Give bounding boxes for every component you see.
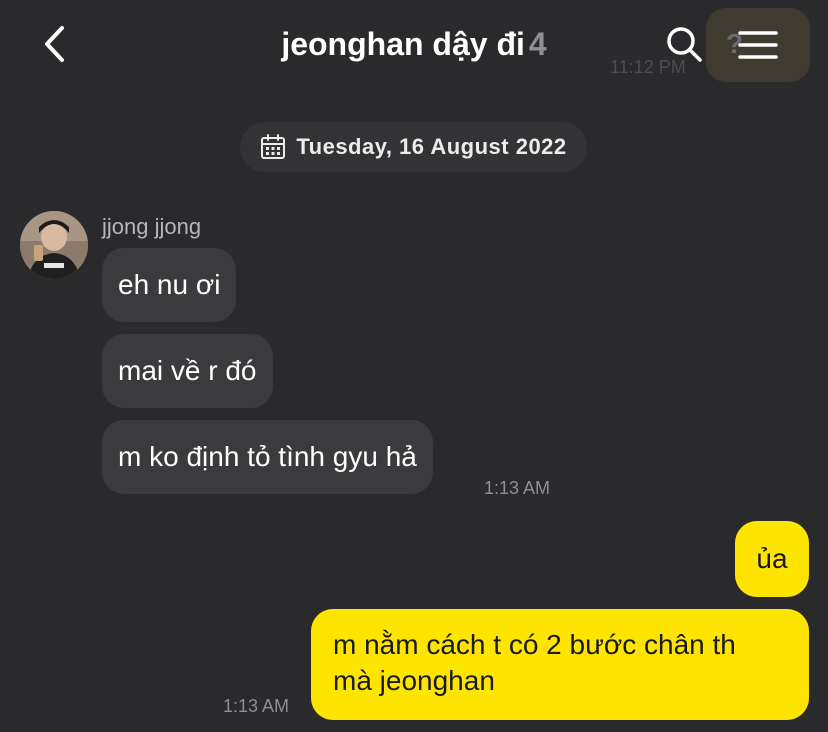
sender-avatar[interactable] <box>20 211 88 279</box>
search-icon <box>667 27 702 62</box>
chat-header: 11:12 PM jeonghan dậy đi 4 ? <box>0 0 828 90</box>
member-count: 4 <box>528 26 547 62</box>
message-timestamp: 1:13 AM <box>484 478 551 498</box>
message-text: eh nu ơi <box>118 269 221 300</box>
date-text: Tuesday, 16 August 2022 <box>296 134 567 159</box>
avatar-photo <box>20 211 88 279</box>
calendar-icon <box>261 134 286 159</box>
date-divider: Tuesday, 16 August 2022 <box>240 122 587 172</box>
incoming-message-bubble[interactable]: mai về r đó <box>102 334 273 408</box>
outgoing-message-bubble[interactable]: m nằm cách t có 2 bước chân th mà jeongh… <box>311 609 809 720</box>
sender-name: jjong jjong <box>102 214 202 239</box>
incoming-message-bubble[interactable]: eh nu ơi <box>102 248 237 322</box>
message-text: mai về r đó <box>118 355 257 386</box>
incoming-message-bubble[interactable]: m ko định tỏ tình gyu hả <box>102 420 433 494</box>
chat-title-text: jeonghan dậy đi <box>281 26 525 62</box>
message-text: m ko định tỏ tình gyu hả <box>118 441 417 472</box>
message-text-line: mà jeonghan <box>333 665 495 696</box>
hamburger-menu-icon <box>738 31 778 59</box>
message-text-line: m nằm cách t có 2 bước chân th <box>333 629 736 660</box>
outgoing-message-bubble[interactable]: ủa <box>735 521 809 597</box>
menu-button[interactable]: ? <box>706 8 810 82</box>
search-button[interactable] <box>664 24 704 64</box>
message-timestamp: 1:13 AM <box>223 696 290 716</box>
message-text: ủa <box>756 543 788 574</box>
